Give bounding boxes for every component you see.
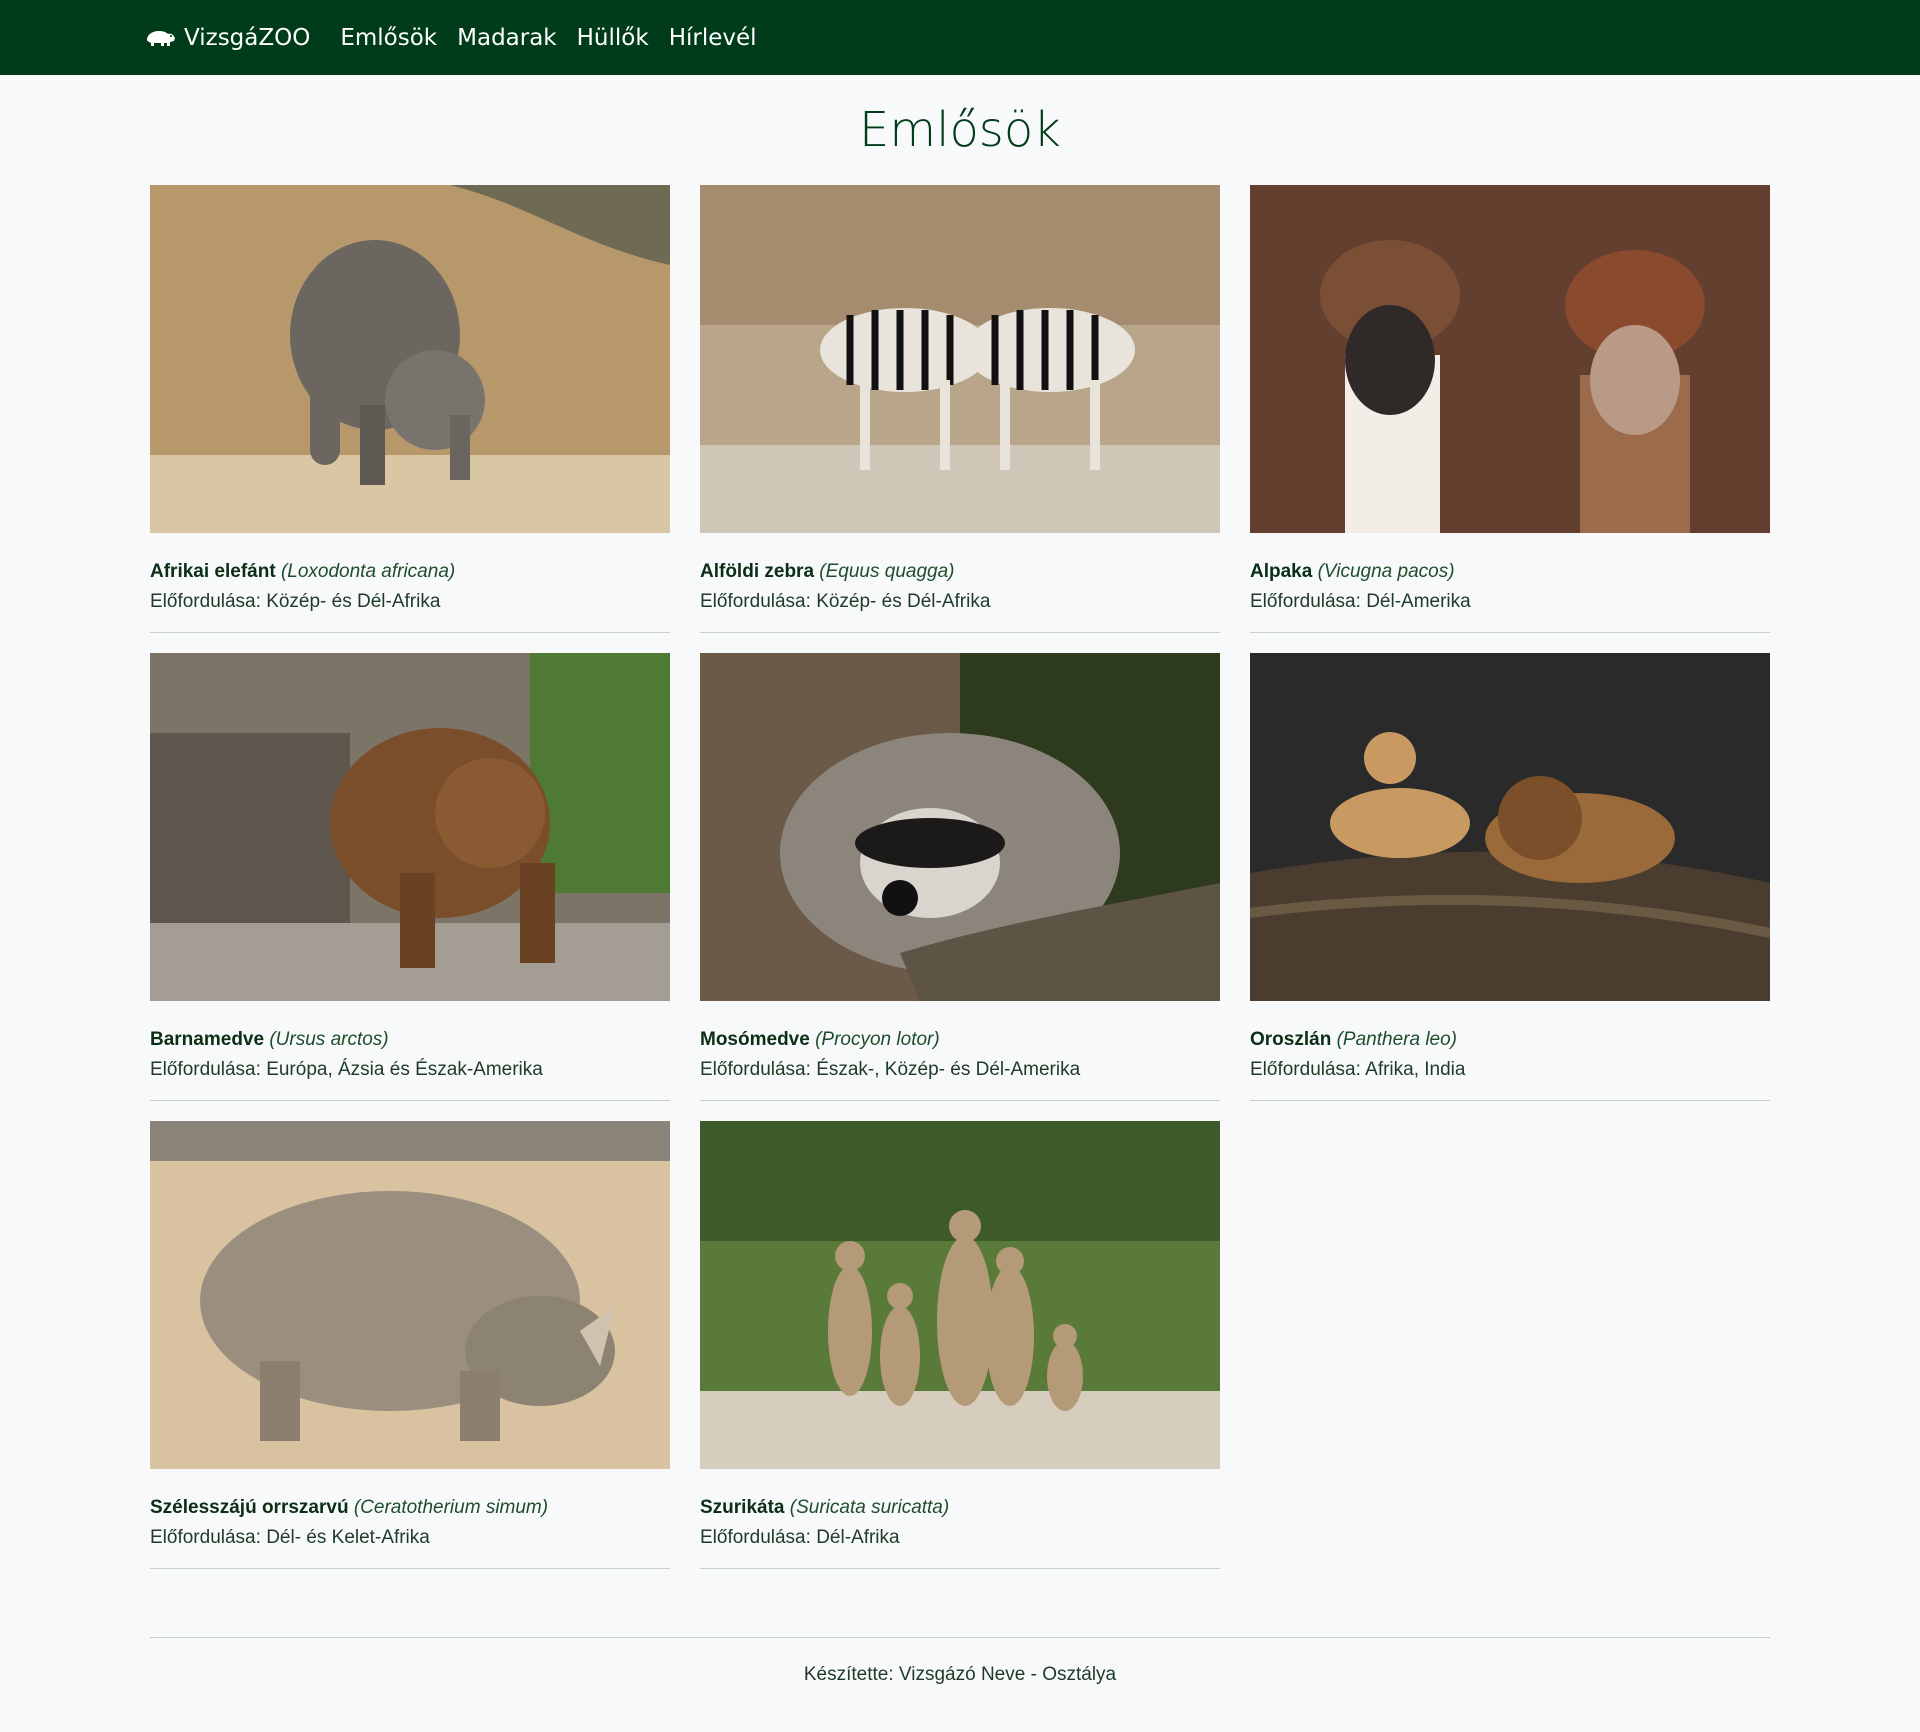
alpaca-photo <box>1250 185 1770 533</box>
animal-habitat: Dél-Afrika <box>816 1527 900 1548</box>
animal-latin-name: (Ursus arctos) <box>269 1029 389 1050</box>
rhino-photo <box>150 1121 670 1469</box>
animal-name: Szélesszájú orrszarvú <box>150 1497 349 1518</box>
animal-grid: Afrikai elefánt (Loxodonta africana) Elő… <box>0 185 1920 1569</box>
animal-name: Barnamedve <box>150 1029 265 1050</box>
footer: Készítette: Vizsgázó Neve - Osztálya <box>0 1664 1920 1686</box>
animal-habitat: Dél- és Kelet-Afrika <box>266 1527 430 1548</box>
habitat-label: Előfordulása: <box>1250 591 1361 612</box>
animal-card: Afrikai elefánt (Loxodonta africana) Elő… <box>150 185 670 633</box>
animal-name: Szurikáta <box>700 1497 785 1518</box>
brown-bear-photo <box>150 653 670 1001</box>
animal-latin-name: (Vicugna pacos) <box>1317 561 1455 582</box>
animal-habitat: Európa, Ázsia és Észak-Amerika <box>266 1059 543 1080</box>
animal-card: Szurikáta (Suricata suricatta) Előfordul… <box>700 1121 1220 1569</box>
animal-card: Alföldi zebra (Equus quagga) Előfordulás… <box>700 185 1220 633</box>
zebra-photo <box>700 185 1220 533</box>
animal-habitat: Közép- és Dél-Afrika <box>816 591 991 612</box>
animal-name: Alpaka <box>1250 561 1313 582</box>
habitat-label: Előfordulása: <box>150 591 261 612</box>
nav-link-hullok[interactable]: Hüllők <box>577 25 649 51</box>
habitat-label: Előfordulása: <box>1250 1059 1361 1080</box>
animal-name: Afrikai elefánt <box>150 561 276 582</box>
habitat-label: Előfordulása: <box>700 591 811 612</box>
animal-habitat: Észak-, Közép- és Dél-Amerika <box>816 1059 1081 1080</box>
animal-card: Oroszlán (Panthera leo) Előfordulása: Af… <box>1250 653 1770 1101</box>
animal-card: Barnamedve (Ursus arctos) Előfordulása: … <box>150 653 670 1101</box>
footer-divider <box>150 1637 1770 1638</box>
nav-link-emlosok[interactable]: Emlősök <box>340 25 437 51</box>
brand-name: VizsgáZOO <box>184 24 311 51</box>
footer-text: Készítette: Vizsgázó Neve - Osztálya <box>803 1664 1117 1685</box>
animal-habitat: Dél-Amerika <box>1366 591 1471 612</box>
page-title: Emlősök <box>859 102 1061 158</box>
animal-card: Szélesszájú orrszarvú (Ceratotherium sim… <box>150 1121 670 1569</box>
animal-name: Mosómedve <box>700 1029 810 1050</box>
brand-link[interactable]: VizsgáZOO <box>144 25 310 51</box>
animal-name: Oroszlán <box>1250 1029 1332 1050</box>
animal-latin-name: (Procyon lotor) <box>815 1029 940 1050</box>
animal-card: Alpaka (Vicugna pacos) Előfordulása: Dél… <box>1250 185 1770 633</box>
raccoon-photo <box>700 653 1220 1001</box>
nav-link-madarak[interactable]: Madarak <box>457 25 557 51</box>
hippo-icon <box>147 30 175 46</box>
habitat-label: Előfordulása: <box>700 1059 811 1080</box>
animal-latin-name: (Ceratotherium simum) <box>353 1497 549 1518</box>
animal-latin-name: (Suricata suricatta) <box>789 1497 950 1518</box>
animal-habitat: Afrika, India <box>1365 1059 1466 1080</box>
meerkat-photo <box>700 1121 1220 1469</box>
habitat-label: Előfordulása: <box>150 1059 261 1080</box>
lion-photo <box>1250 653 1770 1001</box>
habitat-label: Előfordulása: <box>150 1527 261 1548</box>
animal-name: Alföldi zebra <box>700 561 815 582</box>
animal-habitat: Közép- és Dél-Afrika <box>266 591 441 612</box>
habitat-label: Előfordulása: <box>700 1527 811 1548</box>
animal-card: Mosómedve (Procyon lotor) Előfordulása: … <box>700 653 1220 1101</box>
nav-link-hirlevel[interactable]: Hírlevél <box>669 25 757 51</box>
navbar: VizsgáZOO Emlősök Madarak Hüllők Hírlevé… <box>0 0 1920 75</box>
animal-latin-name: (Loxodonta africana) <box>280 561 456 582</box>
animal-latin-name: (Equus quagga) <box>819 561 955 582</box>
animal-latin-name: (Panthera leo) <box>1336 1029 1457 1050</box>
elephant-photo <box>150 185 670 533</box>
